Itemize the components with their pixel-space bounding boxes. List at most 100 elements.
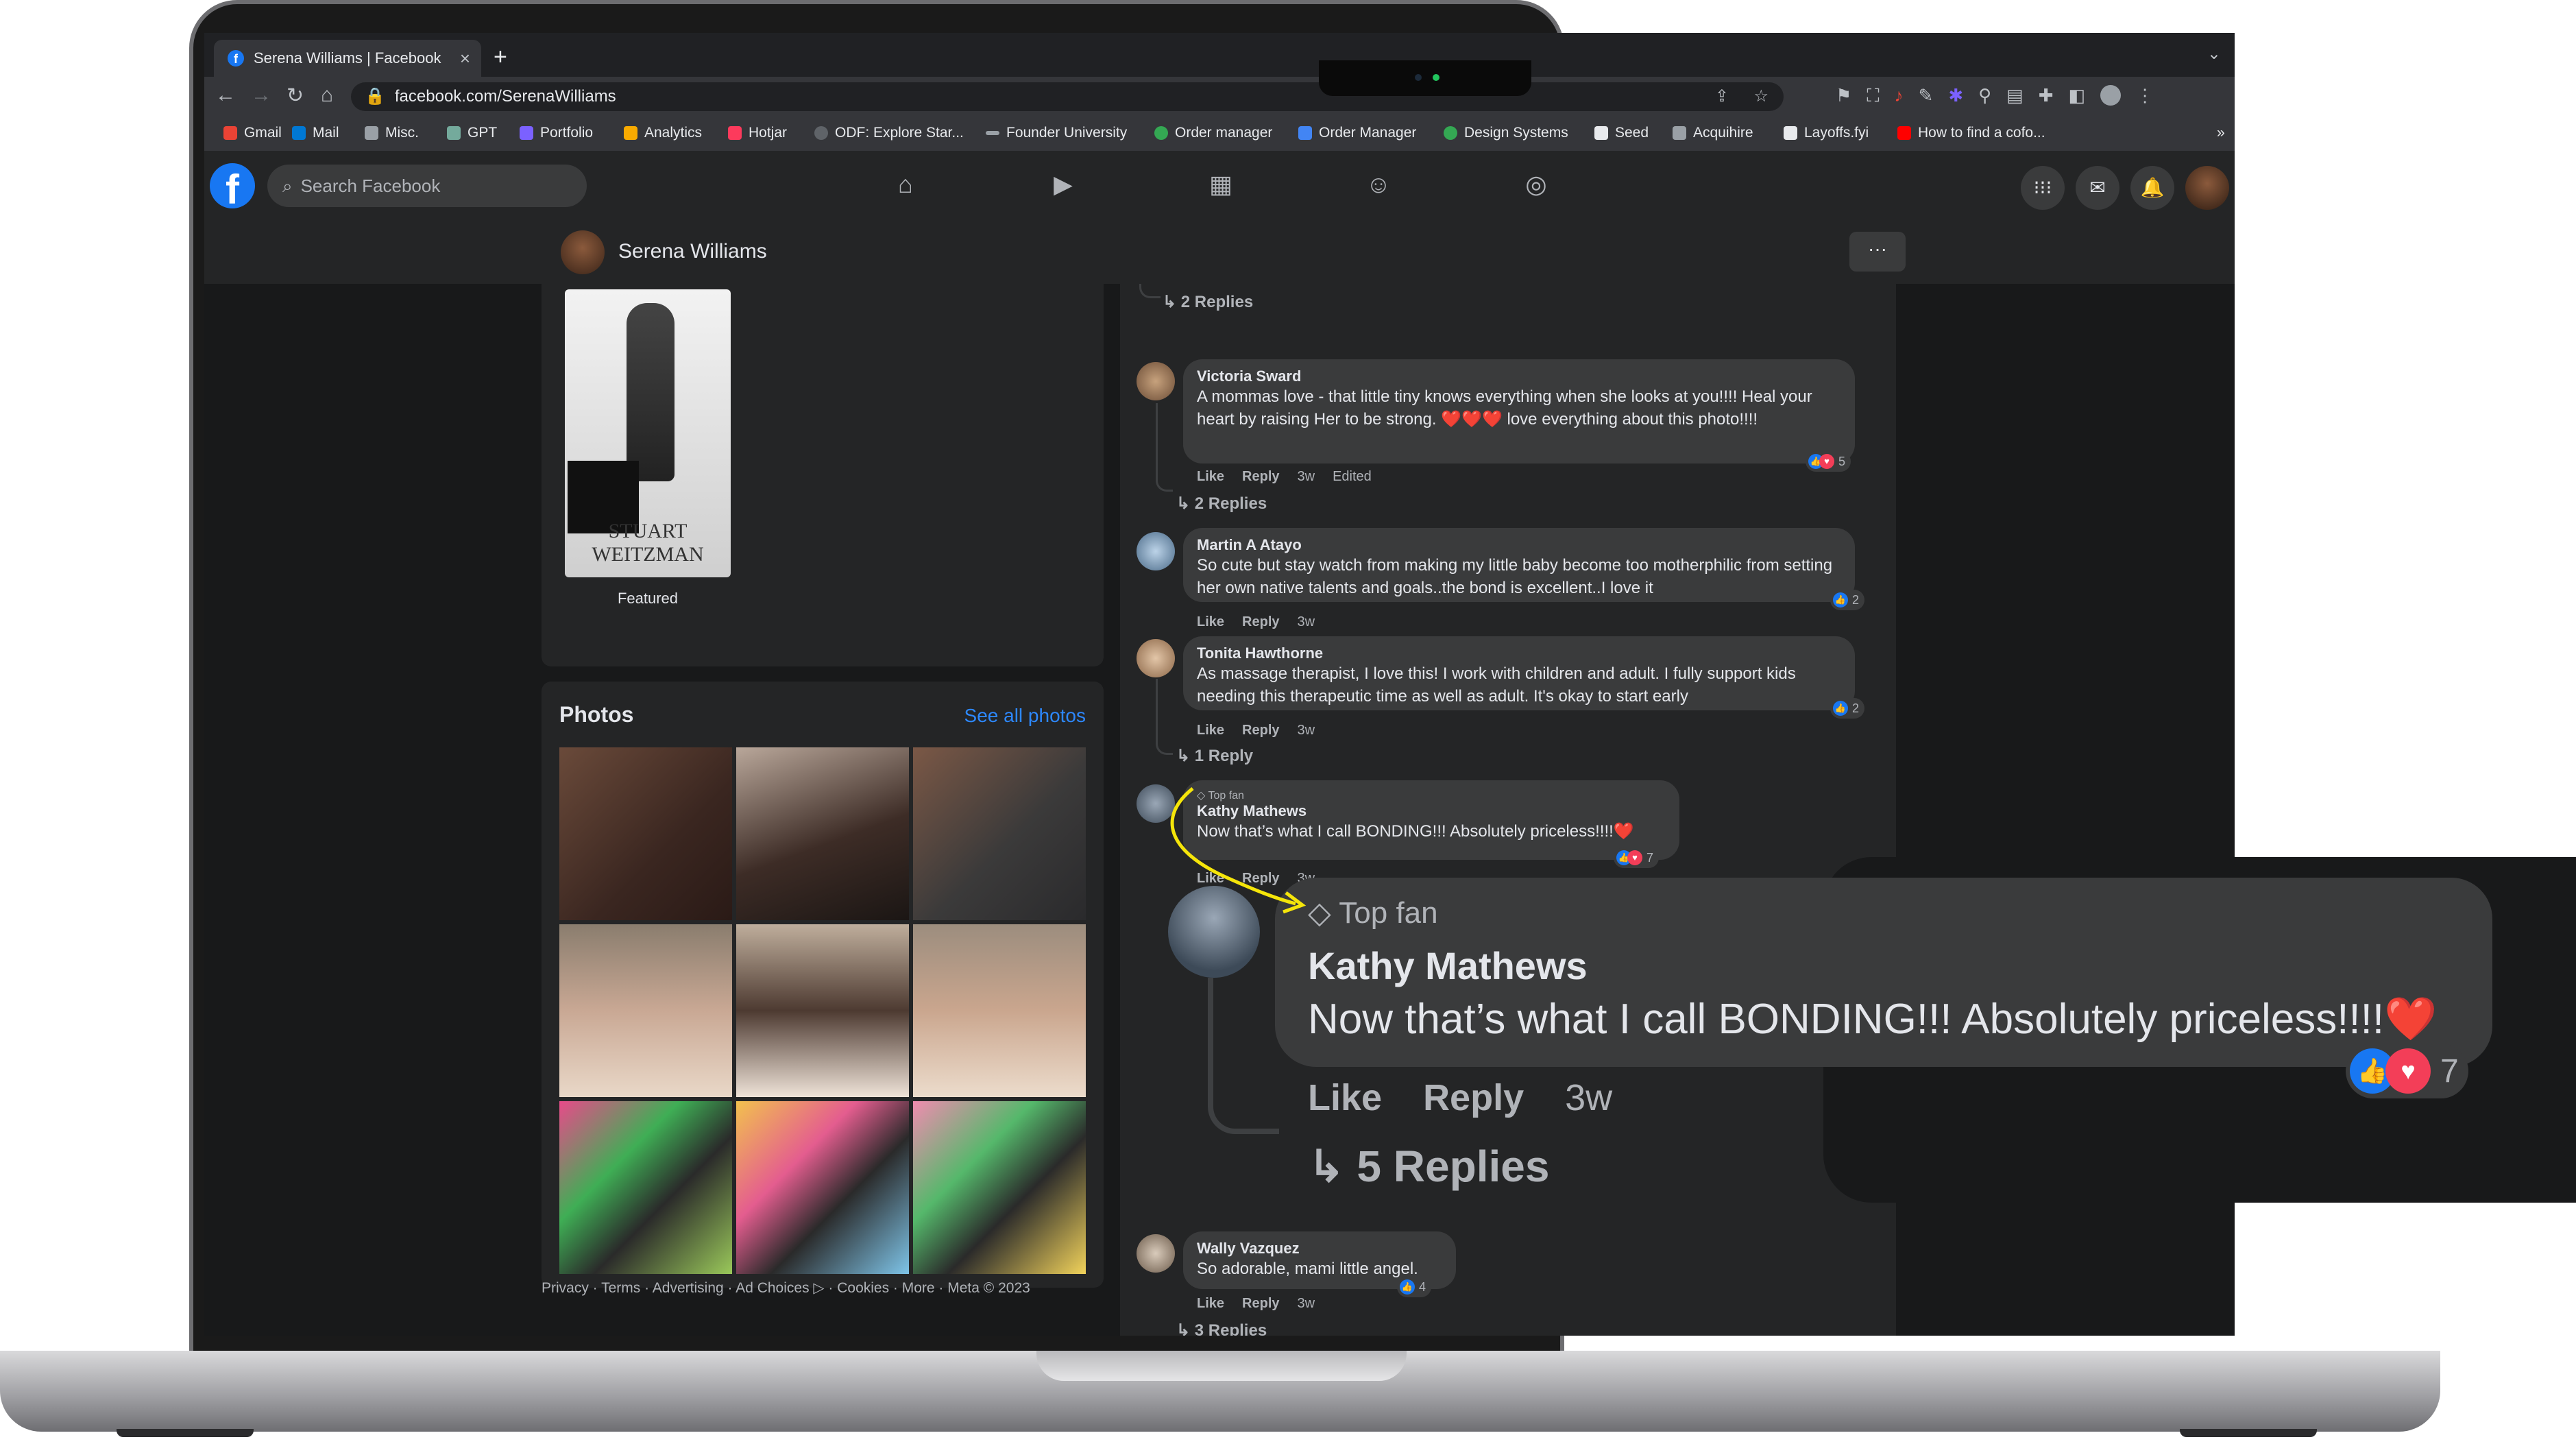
address-bar[interactable]: 🔒 facebook.com/SerenaWilliams ⇪ ☆ bbox=[351, 82, 1784, 111]
side-panel-icon[interactable]: ◧ bbox=[2069, 85, 2086, 107]
notifications-icon[interactable]: 🔔 bbox=[2130, 166, 2174, 210]
comment-bubble: Victoria Sward A mommas love - that litt… bbox=[1183, 359, 1855, 464]
menu-grid-icon[interactable]: ⁝⁝⁝ bbox=[2021, 166, 2065, 210]
reply-button[interactable]: Reply bbox=[1242, 469, 1279, 484]
comment-time[interactable]: 3w bbox=[1298, 469, 1315, 484]
forward-icon[interactable]: → bbox=[251, 84, 271, 107]
reaction-count[interactable]: 👍 4 bbox=[1397, 1277, 1432, 1297]
extension-icon[interactable]: ♪ bbox=[1895, 85, 1904, 107]
like-button[interactable]: Like bbox=[1197, 614, 1224, 629]
like-button[interactable]: Like bbox=[1197, 723, 1224, 738]
avatar[interactable] bbox=[1137, 1234, 1175, 1273]
page-avatar[interactable] bbox=[561, 230, 605, 274]
bookmark-icon bbox=[520, 126, 533, 140]
zoom-comment-bubble: ◇ Top fan Kathy Mathews Now that’s what … bbox=[1275, 878, 2492, 1067]
see-all-photos-link[interactable]: See all photos bbox=[964, 705, 1086, 727]
photo-thumb[interactable] bbox=[559, 747, 732, 920]
reaction-count[interactable]: 👍 2 bbox=[1830, 590, 1865, 610]
bookmark-icon bbox=[292, 126, 306, 140]
zoom-time: 3w bbox=[1565, 1077, 1613, 1118]
comment-time[interactable]: 3w bbox=[1298, 614, 1315, 629]
love-reaction-icon: ♥ bbox=[2385, 1048, 2431, 1094]
featured-image[interactable]: STUART WEITZMAN bbox=[565, 289, 731, 577]
more-options-button[interactable]: ··· bbox=[1849, 232, 1906, 272]
avatar[interactable] bbox=[1137, 639, 1175, 677]
reply-button[interactable]: Reply bbox=[1242, 614, 1279, 629]
menu-kebab-icon[interactable]: ⋮ bbox=[2136, 85, 2154, 107]
reaction-count[interactable]: 👍 2 bbox=[1830, 698, 1865, 719]
gaming-icon[interactable]: ◎ bbox=[1520, 169, 1552, 200]
replies-link[interactable]: ↳ 1 Reply bbox=[1176, 746, 1253, 766]
comment-author[interactable]: Victoria Sward bbox=[1197, 368, 1841, 385]
search-input[interactable]: ⌕ Search Facebook bbox=[267, 165, 587, 207]
bookmark-seed[interactable]: Seed bbox=[1594, 125, 1649, 141]
bookmark-design-systems[interactable]: Design Systems bbox=[1444, 125, 1568, 141]
like-button[interactable]: Like bbox=[1197, 469, 1224, 484]
photo-thumb[interactable] bbox=[736, 747, 909, 920]
bookmark-acquihire[interactable]: Acquihire bbox=[1673, 125, 1753, 141]
comment-time[interactable]: 3w bbox=[1298, 723, 1315, 738]
photo-thumb[interactable] bbox=[913, 747, 1086, 920]
comment-author[interactable]: Tonita Hawthorne bbox=[1197, 645, 1841, 662]
tab-search-icon[interactable]: ⌄ bbox=[2207, 44, 2221, 64]
close-tab-icon[interactable]: × bbox=[460, 48, 470, 69]
bookmark-gpt[interactable]: GPT bbox=[447, 125, 497, 141]
comment-author[interactable]: Martin A Atayo bbox=[1197, 536, 1841, 554]
extension-icon[interactable]: ✱ bbox=[1948, 85, 1963, 107]
watch-icon[interactable]: ▶ bbox=[1047, 169, 1079, 200]
share-icon[interactable]: ⇪ bbox=[1715, 82, 1729, 111]
bookmark-odf[interactable]: ODF: Explore Star... bbox=[814, 125, 964, 141]
extension-icon[interactable]: ⛶ bbox=[1867, 85, 1879, 107]
bookmark-analytics[interactable]: Analytics bbox=[624, 125, 702, 141]
comment-author[interactable]: Wally Vazquez bbox=[1197, 1240, 1442, 1258]
home-icon[interactable]: ⌂ bbox=[321, 84, 333, 107]
photo-thumb[interactable] bbox=[559, 924, 732, 1097]
bookmark-star-icon[interactable]: ☆ bbox=[1753, 82, 1769, 111]
avatar[interactable] bbox=[1137, 532, 1175, 570]
messenger-icon[interactable]: ✉ bbox=[2076, 166, 2119, 210]
profile-avatar[interactable] bbox=[2100, 85, 2122, 106]
bookmark-portfolio[interactable]: Portfolio bbox=[520, 125, 593, 141]
reply-button[interactable]: Reply bbox=[1242, 723, 1279, 738]
reply-button[interactable]: Reply bbox=[1242, 1296, 1279, 1311]
extension-icon[interactable]: ⚑ bbox=[1836, 85, 1851, 107]
like-button[interactable]: Like bbox=[1197, 1296, 1224, 1311]
zoom-reaction-count: 👍 ♥ 7 bbox=[2346, 1044, 2468, 1098]
new-tab-button[interactable]: + bbox=[494, 44, 507, 71]
photo-thumb[interactable] bbox=[913, 924, 1086, 1097]
replies-link[interactable]: ↳ 2 Replies bbox=[1176, 494, 1267, 514]
account-avatar[interactable] bbox=[2185, 166, 2229, 210]
photo-thumb[interactable] bbox=[913, 1101, 1086, 1274]
reaction-count[interactable]: 👍 ♥ 5 bbox=[1806, 451, 1851, 472]
avatar[interactable] bbox=[1137, 362, 1175, 400]
page-name[interactable]: Serena Williams bbox=[618, 240, 767, 263]
bookmark-misc[interactable]: Misc. bbox=[365, 125, 419, 141]
home-icon[interactable]: ⌂ bbox=[890, 169, 921, 200]
bookmarks-overflow[interactable]: » bbox=[2217, 125, 2225, 141]
marketplace-icon[interactable]: ▦ bbox=[1205, 169, 1237, 200]
bookmark-founder-university[interactable]: Founder University bbox=[986, 125, 1127, 141]
bookmark-order-manager-2[interactable]: Order Manager bbox=[1298, 125, 1416, 141]
extension-icon[interactable]: ▤ bbox=[2006, 85, 2024, 107]
photo-thumb[interactable] bbox=[559, 1101, 732, 1274]
puzzle-icon[interactable]: ✚ bbox=[2039, 85, 2054, 107]
bookmark-cofounder[interactable]: How to find a cofo... bbox=[1897, 125, 2045, 141]
facebook-logo[interactable]: f bbox=[210, 163, 255, 213]
browser-tab[interactable]: f Serena Williams | Facebook × bbox=[214, 40, 481, 77]
bookmark-layoffs[interactable]: Layoffs.fyi bbox=[1784, 125, 1869, 141]
bookmark-mail[interactable]: Mail bbox=[292, 125, 339, 141]
photo-thumb[interactable] bbox=[736, 1101, 909, 1274]
replies-link[interactable]: ↳ 3 Replies bbox=[1176, 1321, 1267, 1336]
bookmark-order-manager[interactable]: Order manager bbox=[1154, 125, 1272, 141]
replies-link[interactable]: ↳ 2 Replies bbox=[1163, 292, 1253, 312]
comment-time[interactable]: 3w bbox=[1298, 1296, 1315, 1311]
back-icon[interactable]: ← bbox=[215, 84, 236, 107]
bookmark-gmail[interactable]: Gmail bbox=[223, 125, 282, 141]
extension-icon[interactable]: ⚲ bbox=[1978, 85, 1991, 107]
bookmark-hotjar[interactable]: Hotjar bbox=[728, 125, 787, 141]
photo-thumb[interactable] bbox=[736, 924, 909, 1097]
extension-icon[interactable]: ✎ bbox=[1919, 85, 1934, 107]
footer-links[interactable]: Privacy · Terms · Advertising · Ad Choic… bbox=[542, 1279, 1030, 1297]
groups-icon[interactable]: ☺ bbox=[1363, 169, 1394, 200]
reload-icon[interactable]: ↻ bbox=[287, 84, 304, 108]
